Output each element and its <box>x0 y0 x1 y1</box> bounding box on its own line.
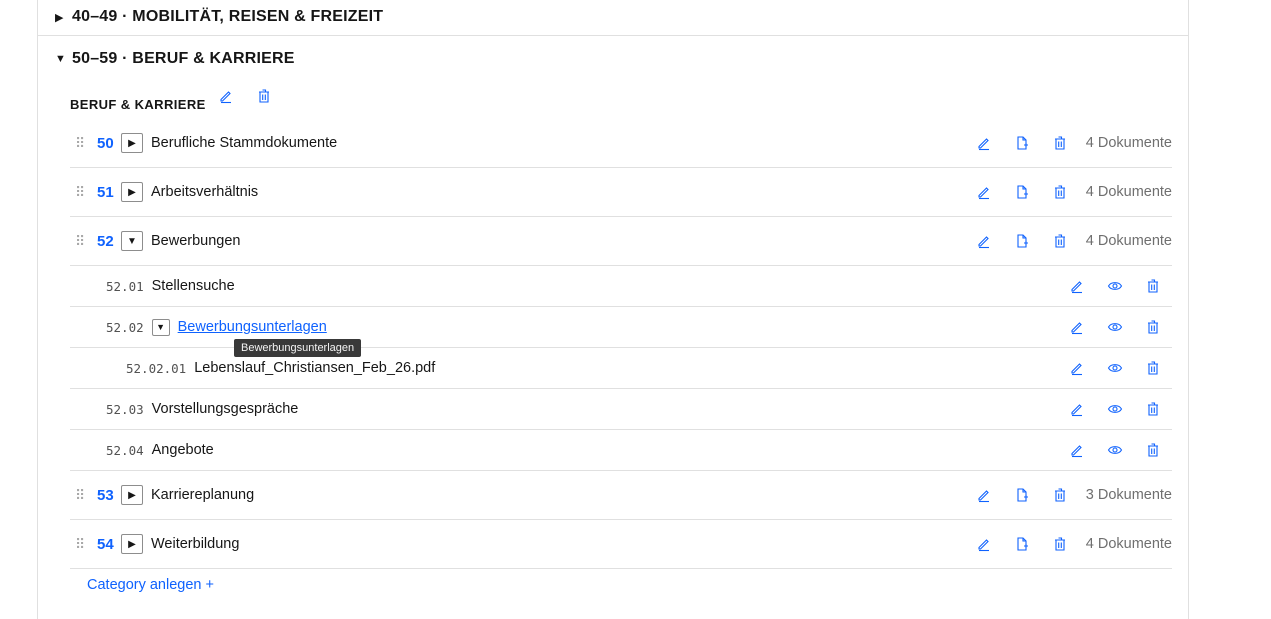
document-count: 4 Dokumente <box>1085 536 1172 552</box>
subcategory-code: 52.01 <box>106 278 144 294</box>
pencil-icon[interactable] <box>218 88 234 104</box>
row-actions: 4 Dokumente <box>954 233 1172 249</box>
eye-icon[interactable] <box>1107 401 1123 417</box>
row-actions: 4 Dokumente <box>954 135 1172 151</box>
category-number: 52 <box>97 232 114 250</box>
section-40-49[interactable]: ▶ 40–49 · MOBILITÄT, REISEN & FREIZEIT <box>38 0 1188 36</box>
document-add-icon[interactable] <box>1014 487 1030 503</box>
subcategory-code: 52.02 <box>106 319 144 335</box>
trash-icon[interactable] <box>1145 360 1161 376</box>
document-count: 4 Dokumente <box>1085 233 1172 249</box>
subcategory-row-52-04[interactable]: 52.04 Angebote <box>70 430 1172 471</box>
document-add-icon[interactable] <box>1014 233 1030 249</box>
group-title: BERUF & KARRIERE <box>70 97 206 112</box>
section-title: 40–49 · MOBILITÄT, REISEN & FREIZEIT <box>72 8 384 25</box>
row-actions <box>1069 442 1161 458</box>
row-actions <box>1069 319 1161 335</box>
expand-toggle[interactable]: ▶ <box>121 133 143 153</box>
pencil-icon[interactable] <box>976 487 992 503</box>
collapse-toggle[interactable]: ▼ <box>121 231 143 251</box>
expand-toggle[interactable]: ▶ <box>121 182 143 202</box>
category-label: Arbeitsverhältnis <box>151 184 259 200</box>
trash-icon[interactable] <box>1052 536 1068 552</box>
row-actions: 4 Dokumente <box>954 536 1172 552</box>
pencil-icon[interactable] <box>1069 442 1085 458</box>
pencil-icon[interactable] <box>976 233 992 249</box>
row-actions: 3 Dokumente <box>954 487 1172 503</box>
category-label: Weiterbildung <box>151 536 240 552</box>
add-category-link[interactable]: Category anlegen + <box>87 577 214 593</box>
trash-icon[interactable] <box>1052 184 1068 200</box>
trash-icon[interactable] <box>1052 233 1068 249</box>
trash-icon[interactable] <box>1145 442 1161 458</box>
subcategory-label: Angebote <box>151 442 214 458</box>
drag-handle-icon[interactable]: ⠿ <box>75 234 85 248</box>
subcategory-row-52-03[interactable]: 52.03 Vorstellungsgespräche <box>70 389 1172 430</box>
caret-right-icon: ▶ <box>55 11 64 24</box>
category-number: 50 <box>97 134 114 152</box>
category-panel: ▶ 40–49 · MOBILITÄT, REISEN & FREIZEIT ▼… <box>37 0 1189 619</box>
drag-handle-icon[interactable]: ⠿ <box>75 537 85 551</box>
expand-toggle[interactable]: ▶ <box>121 534 143 554</box>
subcategory-link[interactable]: Bewerbungsunterlagen <box>178 319 327 335</box>
row-actions <box>1069 360 1161 376</box>
row-actions <box>1069 278 1161 294</box>
expand-toggle[interactable]: ▶ <box>121 485 143 505</box>
pencil-icon[interactable] <box>1069 319 1085 335</box>
category-row-51[interactable]: ⠿ 51 ▶ Arbeitsverhältnis 4 Dokumente <box>70 168 1172 217</box>
eye-icon[interactable] <box>1107 319 1123 335</box>
category-number: 54 <box>97 535 114 553</box>
category-row-54[interactable]: ⠿ 54 ▶ Weiterbildung 4 Dokumente <box>70 520 1172 569</box>
section-50-59[interactable]: ▼ 50–59 · BERUF & KARRIERE <box>38 39 1188 79</box>
document-count: 4 Dokumente <box>1085 135 1172 151</box>
drag-handle-icon[interactable]: ⠿ <box>75 488 85 502</box>
pencil-icon[interactable] <box>976 536 992 552</box>
group-actions <box>218 88 272 104</box>
trash-icon[interactable] <box>1052 487 1068 503</box>
caret-down-icon: ▼ <box>55 53 66 65</box>
category-number: 53 <box>97 486 114 504</box>
subcategory-row-52-01[interactable]: 52.01 Stellensuche <box>70 266 1172 307</box>
section-title: 50–59 · BERUF & KARRIERE <box>72 50 295 67</box>
pencil-icon[interactable] <box>976 184 992 200</box>
pencil-icon[interactable] <box>1069 360 1085 376</box>
pencil-icon[interactable] <box>976 135 992 151</box>
category-row-53[interactable]: ⠿ 53 ▶ Karriereplanung 3 Dokumente <box>70 471 1172 520</box>
pencil-icon[interactable] <box>1069 278 1085 294</box>
row-actions: 4 Dokumente <box>954 184 1172 200</box>
trash-icon[interactable] <box>1052 135 1068 151</box>
document-count: 3 Dokumente <box>1085 487 1172 503</box>
drag-handle-icon[interactable]: ⠿ <box>75 185 85 199</box>
subcategory-label: Vorstellungsgespräche <box>151 401 299 417</box>
category-label: Karriereplanung <box>151 487 255 503</box>
document-add-icon[interactable] <box>1014 184 1030 200</box>
trash-icon[interactable] <box>1145 278 1161 294</box>
category-number: 51 <box>97 183 114 201</box>
trash-icon[interactable] <box>1145 319 1161 335</box>
document-label: Lebenslauf_Christiansen_Feb_26.pdf <box>194 360 436 376</box>
category-label: Berufliche Stammdokumente <box>151 135 338 151</box>
subcategory-code: 52.04 <box>106 442 144 458</box>
eye-icon[interactable] <box>1107 360 1123 376</box>
eye-icon[interactable] <box>1107 278 1123 294</box>
subcategory-code: 52.03 <box>106 401 144 417</box>
collapse-toggle[interactable]: ▼ <box>151 318 170 336</box>
tooltip: Bewerbungsunterlagen <box>234 339 362 357</box>
document-count: 4 Dokumente <box>1085 184 1172 200</box>
row-actions <box>1069 401 1161 417</box>
document-code: 52.02.01 <box>126 360 187 376</box>
category-row-52[interactable]: ⠿ 52 ▼ Bewerbungen 4 Dokumente <box>70 217 1172 266</box>
trash-icon[interactable] <box>1145 401 1161 417</box>
trash-icon[interactable] <box>256 88 272 104</box>
drag-handle-icon[interactable]: ⠿ <box>75 136 85 150</box>
document-add-icon[interactable] <box>1014 536 1030 552</box>
document-add-icon[interactable] <box>1014 135 1030 151</box>
category-label: Bewerbungen <box>151 233 241 249</box>
pencil-icon[interactable] <box>1069 401 1085 417</box>
subcategory-label: Stellensuche <box>151 278 235 294</box>
category-row-50[interactable]: ⠿ 50 ▶ Berufliche Stammdokumente 4 Dokum… <box>70 119 1172 168</box>
eye-icon[interactable] <box>1107 442 1123 458</box>
